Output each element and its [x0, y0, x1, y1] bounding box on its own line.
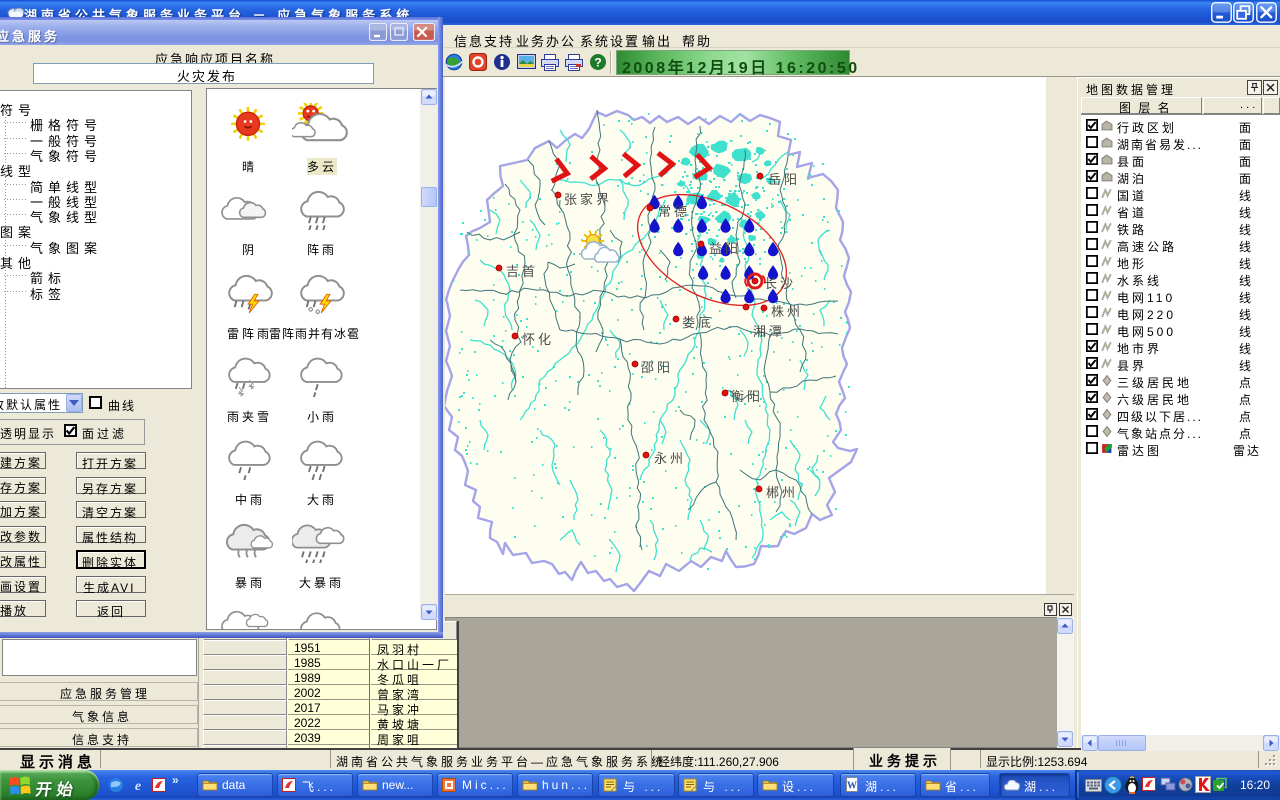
- svg-text:e: e: [135, 779, 141, 793]
- svg-text:W: W: [847, 781, 857, 792]
